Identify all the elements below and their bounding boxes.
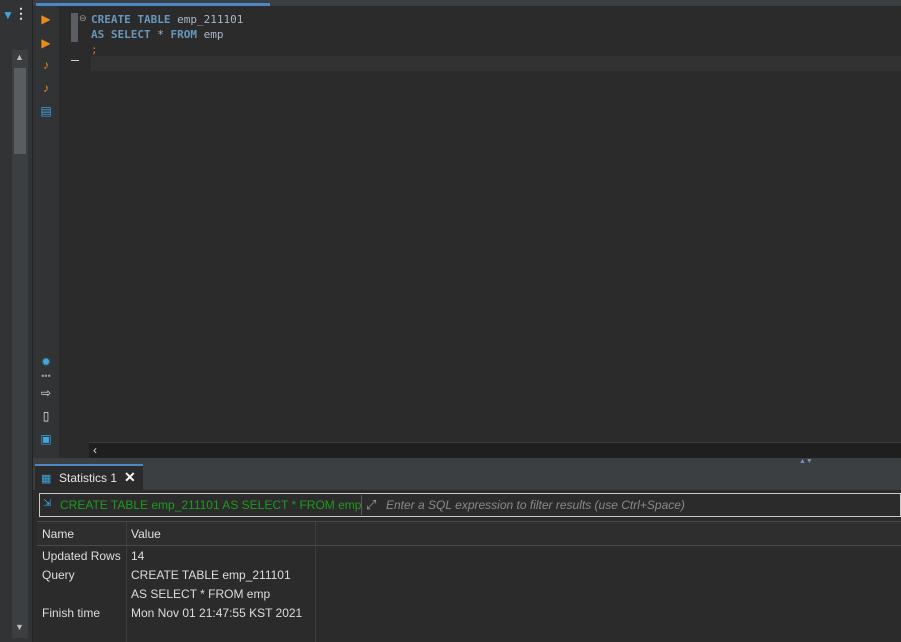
row-value-cell[interactable]: CREATE TABLE emp_211101	[131, 568, 291, 582]
filter-divider	[361, 495, 362, 515]
grid-header: Name Value	[37, 522, 901, 546]
fold-icon[interactable]: ⊖	[79, 13, 87, 24]
scroll-left-icon[interactable]: ‹	[93, 443, 97, 457]
caret-marker	[71, 60, 79, 61]
results-panel: ▦ Statistics 1 ✕ ⇲ CREATE TABLE emp_2111…	[33, 464, 901, 642]
row-name-cell[interactable]: Query	[42, 568, 75, 582]
execute-statement-icon[interactable]: ▶	[39, 12, 53, 26]
results-panel-icon[interactable]: ▣	[39, 432, 53, 446]
sql-editor[interactable]: ⊖ CREATE TABLE emp_211101 AS SELECT * FR…	[59, 6, 901, 442]
statement-terminator: ;	[91, 43, 98, 56]
operator: *	[150, 28, 171, 41]
scroll-up-icon[interactable]: ▲	[15, 52, 24, 62]
statistics-grid: Name Value Updated Rows 14 Query CREATE …	[37, 521, 901, 642]
filter-query-text: CREATE TABLE emp_211101 AS SELECT * FROM…	[60, 498, 362, 512]
tab-statistics[interactable]: ▦ Statistics 1 ✕	[35, 464, 143, 490]
keyword: CREATE TABLE	[91, 13, 171, 26]
execute-script-icon[interactable]: ♪	[39, 58, 53, 72]
close-result-icon[interactable]: ▯	[39, 409, 53, 423]
results-tab-bar: ▦ Statistics 1 ✕	[33, 464, 901, 490]
column-divider	[315, 522, 316, 642]
column-header-value[interactable]: Value	[131, 527, 161, 541]
table-icon: ▦	[41, 473, 52, 485]
expand-icon[interactable]: ⤢	[366, 497, 376, 513]
row-name-cell[interactable]: Updated Rows	[42, 549, 121, 563]
explain-plan-icon[interactable]: ▤	[39, 104, 53, 118]
settings-icon[interactable]: ✹	[39, 355, 53, 369]
tab-label: Statistics 1	[59, 471, 118, 485]
sql-filter-icon: ⇲	[43, 498, 52, 509]
execute-script-new-tab-icon[interactable]: ♪	[39, 81, 53, 95]
close-icon[interactable]: ✕	[124, 469, 136, 486]
identifier: emp_211101	[170, 13, 244, 26]
keyword: FROM	[170, 28, 197, 41]
column-divider	[126, 522, 127, 642]
row-value-cell[interactable]: 14	[131, 549, 144, 563]
more-options-icon[interactable]: ⋮	[14, 6, 28, 20]
editor-toolbar: ▶ ▶ ♪ ♪ ▤ ✹ ••• ⇨ ▯ ▣	[33, 6, 59, 462]
scroll-down-icon[interactable]: ▼	[15, 622, 24, 632]
statement-marker	[71, 13, 78, 42]
sql-code[interactable]: CREATE TABLE emp_211101 AS SELECT * FROM…	[91, 12, 243, 57]
editor-horizontal-scrollbar[interactable]: ‹	[89, 442, 901, 458]
export-icon[interactable]: ⇨	[39, 386, 53, 400]
filter-icon[interactable]: ▼	[2, 8, 14, 22]
project-strip: ▼ ⋮ ▲ ▼	[0, 0, 33, 642]
sql-editor-window: ▼ ⋮ ▲ ▼ ▶ ▶ ♪ ♪ ▤ ✹ ••• ⇨ ▯ ▣ ⊖ CREATE T…	[0, 0, 901, 642]
execute-in-new-tab-icon[interactable]: ▶	[39, 36, 53, 50]
row-value-cell[interactable]: Mon Nov 01 21:47:55 KST 2021	[131, 606, 302, 620]
left-scrollbar[interactable]: ▲ ▼	[12, 50, 28, 638]
identifier: emp	[196, 28, 224, 41]
filter-input[interactable]	[386, 495, 886, 515]
column-header-name[interactable]: Name	[42, 527, 74, 541]
filter-bar: ⇲ CREATE TABLE emp_211101 AS SELECT * FR…	[39, 493, 901, 517]
separator-dots-icon: •••	[41, 371, 51, 381]
keyword: AS SELECT	[91, 28, 151, 41]
current-line-highlight	[91, 56, 901, 71]
row-name-cell[interactable]: Finish time	[42, 606, 100, 620]
row-value-cell-continued[interactable]: AS SELECT * FROM emp	[131, 587, 270, 601]
scroll-thumb[interactable]	[14, 68, 26, 154]
